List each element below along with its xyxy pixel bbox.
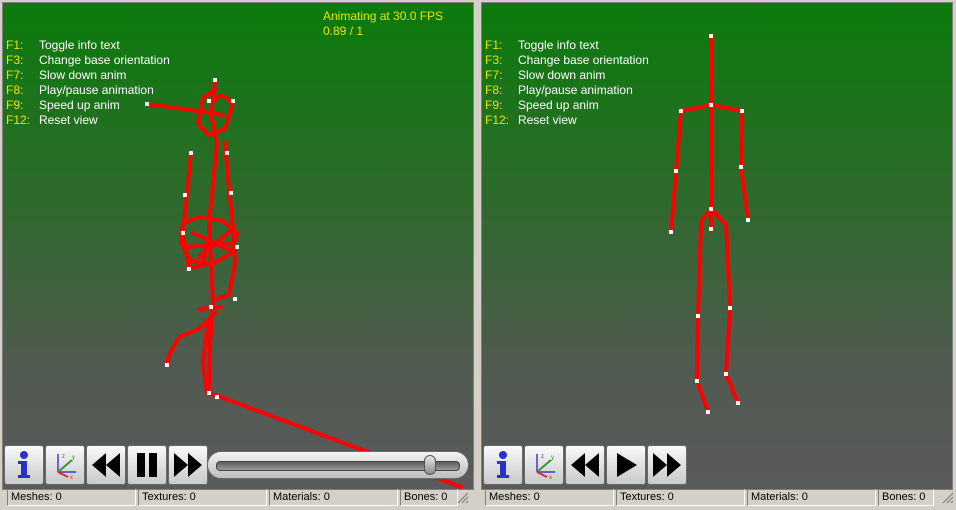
- textures-count: Textures: 0: [616, 489, 745, 506]
- fast-forward-icon: [174, 453, 202, 477]
- fast-forward-button[interactable]: [647, 445, 687, 485]
- pause-icon: [137, 453, 157, 477]
- resize-grip-icon[interactable]: [457, 491, 469, 505]
- rest-pose-skeleton: [669, 34, 750, 414]
- left-toolbar: z y x: [4, 445, 209, 485]
- bones-count: Bones: 0: [400, 489, 458, 506]
- axes-icon: z y x: [536, 454, 555, 480]
- meshes-count: Meshes: 0: [7, 489, 136, 506]
- slider-thumb[interactable]: [424, 455, 437, 475]
- textures-count: Textures: 0: [138, 489, 267, 506]
- info-icon: [497, 451, 509, 478]
- left-viewport[interactable]: Animating at 30.0 FPS 0.89 / 1 F1: Toggle…: [2, 2, 474, 490]
- svg-text:z: z: [62, 454, 65, 460]
- bones-count: Bones: 0: [878, 489, 934, 506]
- resize-grip-icon[interactable]: [942, 491, 954, 505]
- right-toolbar: z y x: [483, 445, 688, 485]
- svg-text:x: x: [70, 475, 73, 480]
- rewind-button[interactable]: [565, 445, 605, 485]
- fast-forward-icon: [653, 453, 681, 477]
- rewind-icon: [571, 453, 599, 477]
- svg-text:z: z: [541, 454, 544, 460]
- timeline-slider[interactable]: [207, 451, 469, 479]
- svg-text:x: x: [549, 475, 552, 480]
- pause-button[interactable]: [127, 445, 167, 485]
- axes-icon: z y x: [57, 454, 76, 480]
- rewind-button[interactable]: [86, 445, 126, 485]
- fast-forward-button[interactable]: [168, 445, 208, 485]
- info-button[interactable]: [483, 445, 523, 485]
- play-button[interactable]: [606, 445, 646, 485]
- svg-text:y: y: [72, 455, 75, 461]
- meshes-count: Meshes: 0: [485, 489, 614, 506]
- info-button[interactable]: [4, 445, 44, 485]
- axes-button[interactable]: z y x: [45, 445, 85, 485]
- materials-count: Materials: 0: [747, 489, 876, 506]
- info-icon: [18, 451, 30, 478]
- rewind-icon: [92, 453, 120, 477]
- play-icon: [617, 453, 637, 477]
- right-statusbar: Meshes: 0 Textures: 0 Materials: 0 Bones…: [485, 489, 936, 508]
- animated-skeleton: [145, 78, 463, 489]
- axes-button[interactable]: z y x: [524, 445, 564, 485]
- right-viewport[interactable]: F1: Toggle info text F3: Change base orien…: [481, 2, 953, 490]
- svg-text:y: y: [551, 455, 554, 461]
- materials-count: Materials: 0: [269, 489, 398, 506]
- left-statusbar: Meshes: 0 Textures: 0 Materials: 0 Bones…: [7, 489, 460, 508]
